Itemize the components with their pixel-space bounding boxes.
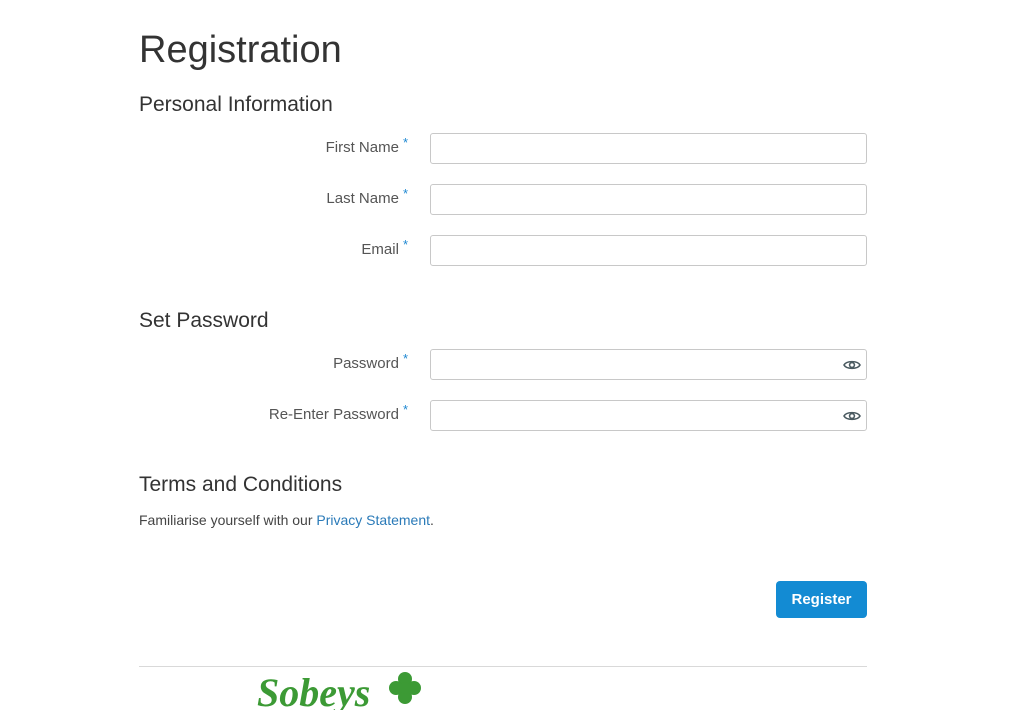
page-title: Registration <box>139 29 342 71</box>
email-field[interactable] <box>430 235 867 266</box>
password-label: Password * <box>333 349 408 381</box>
logo-wordmark: Sobeys <box>257 670 370 710</box>
password-row: Password * <box>139 349 867 381</box>
personal-info-heading: Personal Information <box>139 93 333 116</box>
last-name-label: Last Name * <box>326 184 408 216</box>
set-password-heading: Set Password <box>139 309 269 332</box>
terms-suffix: . <box>430 512 434 528</box>
eye-icon[interactable] <box>840 353 864 377</box>
first-name-field[interactable] <box>430 133 867 164</box>
footer-divider <box>139 666 867 667</box>
first-name-row: First Name * <box>139 133 867 165</box>
privacy-statement-link[interactable]: Privacy Statement <box>316 512 430 528</box>
last-name-field[interactable] <box>430 184 867 215</box>
required-marker: * <box>402 237 408 252</box>
terms-intro: Familiarise yourself with our <box>139 512 317 528</box>
clover-icon <box>389 672 421 704</box>
last-name-label-text: Last Name <box>326 190 399 207</box>
terms-text: Familiarise yourself with our Privacy St… <box>139 510 434 530</box>
required-marker: * <box>402 186 408 201</box>
reenter-password-field[interactable] <box>430 400 867 431</box>
email-row: Email * <box>139 235 867 267</box>
email-label: Email * <box>361 235 408 267</box>
first-name-label-text: First Name <box>325 139 399 156</box>
password-label-text: Password <box>333 355 399 372</box>
email-label-text: Email <box>361 241 399 258</box>
registration-page: Registration Personal Information First … <box>0 0 1024 710</box>
last-name-row: Last Name * <box>139 184 867 216</box>
register-button[interactable]: Register <box>776 581 867 618</box>
required-marker: * <box>402 402 408 417</box>
reenter-password-label: Re-Enter Password * <box>269 400 408 432</box>
terms-heading: Terms and Conditions <box>139 473 343 496</box>
first-name-label: First Name * <box>326 133 408 165</box>
eye-icon[interactable] <box>840 404 864 428</box>
password-field[interactable] <box>430 349 867 380</box>
sobeys-logo: Sobeys <box>255 668 435 710</box>
required-marker: * <box>402 135 408 150</box>
reenter-password-row: Re-Enter Password * <box>139 400 867 432</box>
reenter-password-label-text: Re-Enter Password <box>268 406 399 423</box>
required-marker: * <box>402 351 408 366</box>
